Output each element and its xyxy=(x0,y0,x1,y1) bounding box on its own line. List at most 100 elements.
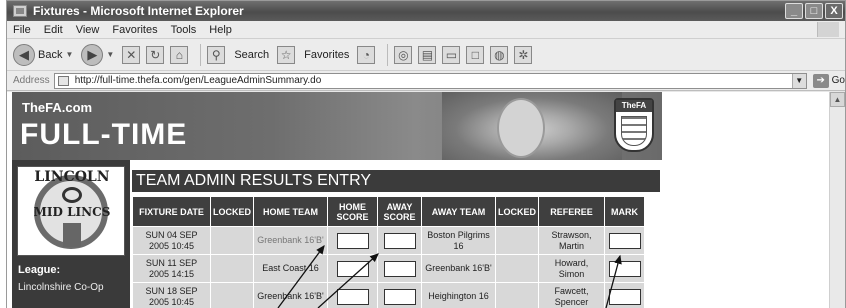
col-mark: MARK xyxy=(604,196,645,227)
minimize-button[interactable]: _ xyxy=(785,3,803,19)
browser-window: Fixtures - Microsoft Internet Explorer _… xyxy=(6,0,846,308)
favorites-star-icon: ☆ xyxy=(277,45,296,64)
fixture-date: SUN 04 SEP 2005 10:45 xyxy=(132,226,211,255)
thefa-brand: TheFA.com xyxy=(22,100,93,115)
home-score-cell xyxy=(327,226,378,255)
home-score-input[interactable] xyxy=(336,260,369,277)
col-locked: LOCKED xyxy=(210,196,254,227)
mark-cell xyxy=(604,254,645,283)
col-locked-2: LOCKED xyxy=(495,196,539,227)
title-bar: Fixtures - Microsoft Internet Explorer _… xyxy=(7,1,845,21)
table-header-row: FIXTURE DATE LOCKED HOME TEAM HOME SCORE… xyxy=(132,196,645,227)
edit-icon[interactable]: ▭ xyxy=(442,45,461,64)
banner-face-image xyxy=(497,98,545,158)
logo-top-text: LINCOLN xyxy=(34,169,110,185)
away-team: Greenbank 16'B' xyxy=(421,254,496,283)
col-home-team: HOME TEAM xyxy=(253,196,328,227)
address-url: http://full-time.thefa.com/gen/LeagueAdm… xyxy=(74,75,322,86)
address-dropdown-icon[interactable]: ▼ xyxy=(791,73,806,88)
back-button[interactable]: ◀ Back ▼ xyxy=(13,43,73,66)
locked-cell xyxy=(210,282,254,308)
col-away-score: AWAY SCORE xyxy=(377,196,422,227)
favorites-label: Favorites xyxy=(304,48,350,61)
menu-file[interactable]: File xyxy=(13,24,31,36)
table-row: SUN 04 SEP 2005 10:45 Greenbank 16'B' Bo… xyxy=(132,226,645,255)
main-content: TEAM ADMIN RESULTS ENTRY FIXTURE DATE LO… xyxy=(132,160,662,308)
league-name: Lincolnshire Co-Op xyxy=(18,282,104,293)
page-icon xyxy=(57,75,69,86)
address-bar: Address http://full-time.thefa.com/gen/L… xyxy=(7,71,845,91)
menu-view[interactable]: View xyxy=(76,24,100,36)
close-button[interactable]: X xyxy=(825,3,843,19)
mark-input[interactable] xyxy=(608,232,641,249)
go-button[interactable]: ➔ Go xyxy=(812,73,845,88)
home-team: Greenbank 16'B' xyxy=(253,282,328,308)
search-button[interactable]: ⚲ Search xyxy=(207,45,269,64)
address-label: Address xyxy=(13,75,50,86)
menu-edit[interactable]: Edit xyxy=(44,24,63,36)
home-score-input[interactable] xyxy=(336,288,369,305)
home-score-cell xyxy=(327,282,378,308)
logo-mid-text: MID LINCS xyxy=(33,205,111,219)
vertical-scrollbar[interactable]: ▲ xyxy=(829,92,845,308)
locked-cell xyxy=(210,254,254,283)
research-icon[interactable]: ✲ xyxy=(514,45,533,64)
menu-help[interactable]: Help xyxy=(209,24,232,36)
mark-input[interactable] xyxy=(608,288,641,305)
favorites-button[interactable]: ☆ Favorites xyxy=(277,45,350,64)
home-icon[interactable]: ⌂ xyxy=(170,45,189,64)
toolbar-separator xyxy=(387,43,389,66)
away-score-input[interactable] xyxy=(383,288,416,305)
windows-logo-icon xyxy=(817,22,839,37)
referee: Strawson, Martin xyxy=(538,226,605,255)
stop-icon[interactable]: ✕ xyxy=(122,45,141,64)
results-table: FIXTURE DATE LOCKED HOME TEAM HOME SCORE… xyxy=(132,196,645,308)
maximize-button[interactable]: □ xyxy=(805,3,823,19)
back-label: Back xyxy=(38,48,63,61)
away-score-cell xyxy=(377,254,422,283)
away-score-input[interactable] xyxy=(383,232,416,249)
window-controls: _ □ X xyxy=(785,3,843,19)
home-score-input[interactable] xyxy=(336,232,369,249)
away-team: Boston Pilgrims 16 xyxy=(421,226,496,255)
ie-page-icon xyxy=(13,5,27,17)
page-title: TEAM ADMIN RESULTS ENTRY xyxy=(132,170,660,192)
history-icon[interactable]: ◔ xyxy=(357,45,376,64)
messenger-icon[interactable]: ◍ xyxy=(490,45,509,64)
address-input[interactable]: http://full-time.thefa.com/gen/LeagueAdm… xyxy=(53,72,807,89)
refresh-icon[interactable]: ↻ xyxy=(146,45,165,64)
table-row: SUN 18 SEP 2005 10:45 Greenbank 16'B' He… xyxy=(132,282,645,308)
menu-bar: File Edit View Favorites Tools Help xyxy=(7,21,845,39)
window-title: Fixtures - Microsoft Internet Explorer xyxy=(33,4,244,18)
locked-cell xyxy=(210,226,254,255)
menu-favorites[interactable]: Favorites xyxy=(112,24,157,36)
site-banner: TheFA.com FULL-TIME TheFA xyxy=(12,92,662,160)
print-icon[interactable]: ▤ xyxy=(418,45,437,64)
col-fixture-date: FIXTURE DATE xyxy=(132,196,211,227)
fixture-date: SUN 18 SEP 2005 10:45 xyxy=(132,282,211,308)
away-score-cell xyxy=(377,226,422,255)
away-score-cell xyxy=(377,282,422,308)
three-lions-icon xyxy=(621,116,647,146)
table-row: SUN 11 SEP 2005 14:15 East Coast 16 Gree… xyxy=(132,254,645,283)
col-away-team: AWAY TEAM xyxy=(421,196,496,227)
standard-toolbar: ◀ Back ▼ ▶ ▼ ✕ ↻ ⌂ ⚲ Search ☆ Favorites … xyxy=(7,39,845,71)
mark-cell xyxy=(604,226,645,255)
search-icon: ⚲ xyxy=(207,45,226,64)
scroll-up-arrow-icon[interactable]: ▲ xyxy=(830,92,845,107)
locked-cell xyxy=(495,226,539,255)
mark-input[interactable] xyxy=(608,260,641,277)
menu-tools[interactable]: Tools xyxy=(171,24,197,36)
go-arrow-icon: ➔ xyxy=(812,73,829,88)
fixture-date: SUN 11 SEP 2005 14:15 xyxy=(132,254,211,283)
back-dropdown-icon[interactable]: ▼ xyxy=(65,50,73,59)
fulltime-logo: FULL-TIME xyxy=(20,118,188,151)
forward-dropdown-icon[interactable]: ▼ xyxy=(106,50,114,59)
away-score-input[interactable] xyxy=(383,260,416,277)
forward-button[interactable]: ▶ ▼ xyxy=(81,43,114,66)
referee: Fawcett, Spencer xyxy=(538,282,605,308)
page-icon[interactable]: □ xyxy=(466,45,485,64)
media-icon[interactable]: ◎ xyxy=(394,45,413,64)
go-label: Go xyxy=(831,75,845,86)
crest-label: TheFA xyxy=(616,100,652,112)
